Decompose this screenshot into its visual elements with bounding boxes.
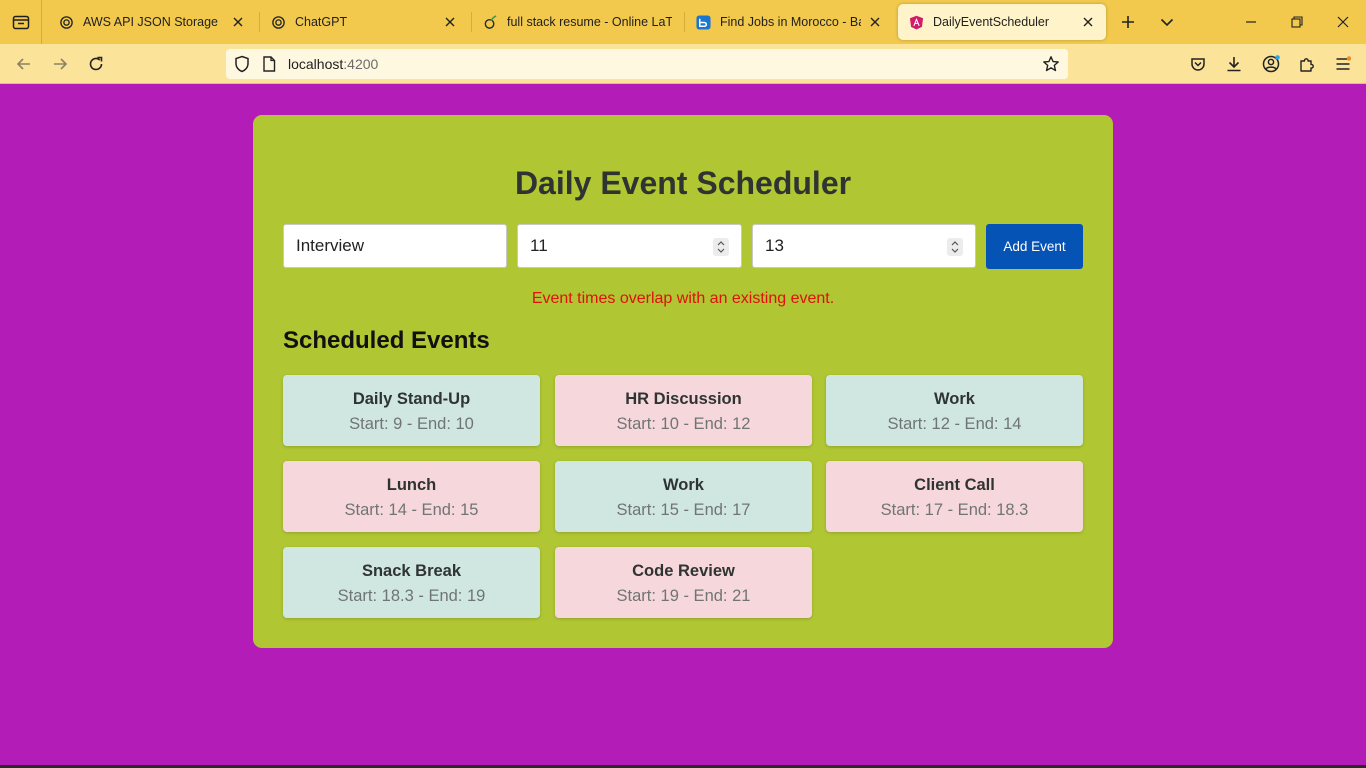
event-name: HR Discussion bbox=[625, 390, 742, 408]
scheduled-events-heading: Scheduled Events bbox=[283, 327, 490, 354]
page-title: Daily Event Scheduler bbox=[514, 165, 852, 201]
tab-close-icon[interactable] bbox=[1080, 14, 1096, 30]
extensions-button[interactable] bbox=[1295, 52, 1319, 76]
event-name-input[interactable] bbox=[283, 224, 507, 268]
restore-button[interactable] bbox=[1285, 10, 1309, 34]
spinner-arrows-icon bbox=[951, 241, 959, 253]
event-name: Work bbox=[934, 390, 975, 408]
tab-title: ChatGPT bbox=[295, 15, 348, 29]
angular-icon bbox=[908, 14, 924, 30]
app-menu-button[interactable] bbox=[1331, 52, 1355, 76]
event-time: Start: 19 - End: 21 bbox=[616, 587, 751, 605]
event-card: HR Discussion Start: 10 - End: 12 bbox=[555, 375, 812, 446]
tab-title: AWS API JSON Storage bbox=[83, 15, 219, 29]
tab-overview-icon bbox=[12, 15, 29, 30]
shield-icon[interactable] bbox=[234, 55, 250, 78]
hamburger-menu-icon bbox=[1336, 56, 1351, 70]
openai-icon bbox=[270, 14, 286, 30]
tab-close-icon[interactable] bbox=[442, 14, 458, 30]
end-time-value: 13 bbox=[765, 236, 784, 255]
url-text[interactable]: localhost:4200 bbox=[288, 56, 378, 72]
url-host: localhost bbox=[288, 56, 344, 72]
event-name: Code Review bbox=[632, 562, 735, 580]
event-name: Lunch bbox=[386, 476, 437, 494]
start-time-spinner[interactable] bbox=[713, 238, 729, 256]
page-icon[interactable] bbox=[262, 56, 276, 77]
start-time-input[interactable]: 11 bbox=[517, 224, 742, 268]
tab-close-icon[interactable] bbox=[230, 14, 246, 30]
chevron-down-icon bbox=[1160, 18, 1174, 27]
event-name: Daily Stand-Up bbox=[352, 390, 471, 408]
account-button[interactable] bbox=[1259, 52, 1283, 76]
bookmark-star-icon[interactable] bbox=[1042, 55, 1060, 78]
back-button[interactable] bbox=[12, 52, 36, 76]
scheduler-card: Daily Event Scheduler 11 13 Add Event Ev… bbox=[253, 115, 1113, 648]
tab-title: Find Jobs in Morocco - Bayt.com bbox=[720, 15, 861, 29]
forward-button[interactable] bbox=[48, 52, 72, 76]
spinner-arrows-icon bbox=[717, 241, 725, 253]
event-time: Start: 9 - End: 10 bbox=[349, 415, 474, 433]
start-time-value: 11 bbox=[530, 236, 548, 255]
event-card: Daily Stand-Up Start: 9 - End: 10 bbox=[283, 375, 540, 446]
pocket-button[interactable] bbox=[1186, 52, 1210, 76]
tab-bayt-jobs[interactable]: Find Jobs in Morocco - Bayt.com bbox=[685, 4, 893, 40]
tab-strip: AWS API JSON Storage ChatGPT full stack … bbox=[0, 0, 1366, 44]
list-all-tabs-button[interactable] bbox=[1155, 10, 1179, 34]
minimize-button[interactable] bbox=[1239, 10, 1263, 34]
pocket-icon bbox=[1191, 58, 1205, 71]
event-time: Start: 17 - End: 18.3 bbox=[880, 501, 1029, 519]
event-time: Start: 18.3 - End: 19 bbox=[337, 587, 486, 605]
event-card: Client Call Start: 17 - End: 18.3 bbox=[826, 461, 1083, 532]
overleaf-icon bbox=[482, 14, 498, 30]
openai-icon bbox=[58, 14, 74, 30]
tab-chatgpt[interactable]: ChatGPT bbox=[260, 4, 468, 40]
event-name: Snack Break bbox=[361, 562, 462, 580]
url-port: :4200 bbox=[343, 56, 379, 72]
event-name: Client Call bbox=[914, 476, 995, 494]
event-time: Start: 15 - End: 17 bbox=[616, 501, 751, 519]
close-icon bbox=[1337, 16, 1349, 28]
tab-overview-button[interactable] bbox=[0, 0, 42, 44]
event-time: Start: 14 - End: 15 bbox=[344, 501, 479, 519]
event-card: Work Start: 12 - End: 14 bbox=[826, 375, 1083, 446]
tab-full-stack-resume[interactable]: full stack resume - Online LaTeX bbox=[472, 4, 682, 40]
tab-aws-api-json-storage[interactable]: AWS API JSON Storage bbox=[48, 4, 256, 40]
puzzle-icon bbox=[1300, 58, 1314, 72]
plus-icon bbox=[1122, 16, 1134, 28]
end-time-input[interactable]: 13 bbox=[752, 224, 976, 268]
minimize-icon bbox=[1246, 21, 1256, 23]
end-time-spinner[interactable] bbox=[947, 238, 963, 256]
downloads-button[interactable] bbox=[1222, 52, 1246, 76]
new-tab-button[interactable] bbox=[1116, 10, 1140, 34]
arrow-right-icon bbox=[54, 58, 68, 70]
event-card: Code Review Start: 19 - End: 21 bbox=[555, 547, 812, 618]
tab-title: full stack resume - Online LaTeX bbox=[507, 15, 672, 29]
navigation-toolbar: localhost:4200 bbox=[0, 44, 1366, 84]
tab-daily-event-scheduler[interactable]: DailyEventScheduler bbox=[898, 4, 1106, 40]
restore-icon bbox=[1291, 16, 1303, 28]
event-card: Snack Break Start: 18.3 - End: 19 bbox=[283, 547, 540, 618]
event-name: Work bbox=[663, 476, 704, 494]
download-icon bbox=[1227, 57, 1241, 72]
event-card: Lunch Start: 14 - End: 15 bbox=[283, 461, 540, 532]
add-event-button[interactable]: Add Event bbox=[986, 224, 1083, 269]
event-time: Start: 10 - End: 12 bbox=[616, 415, 751, 433]
tab-close-icon[interactable] bbox=[867, 14, 883, 30]
event-card: Work Start: 15 - End: 17 bbox=[555, 461, 812, 532]
account-icon bbox=[1262, 55, 1280, 73]
close-window-button[interactable] bbox=[1331, 10, 1355, 34]
tab-title: DailyEventScheduler bbox=[933, 15, 1050, 29]
reload-button[interactable] bbox=[84, 52, 108, 76]
reload-icon bbox=[89, 56, 103, 71]
bayt-icon bbox=[695, 14, 711, 30]
arrow-left-icon bbox=[16, 58, 30, 70]
event-time: Start: 12 - End: 14 bbox=[887, 415, 1022, 433]
address-bar[interactable]: localhost:4200 bbox=[226, 49, 1068, 79]
error-message: Event times overlap with an existing eve… bbox=[531, 290, 835, 307]
